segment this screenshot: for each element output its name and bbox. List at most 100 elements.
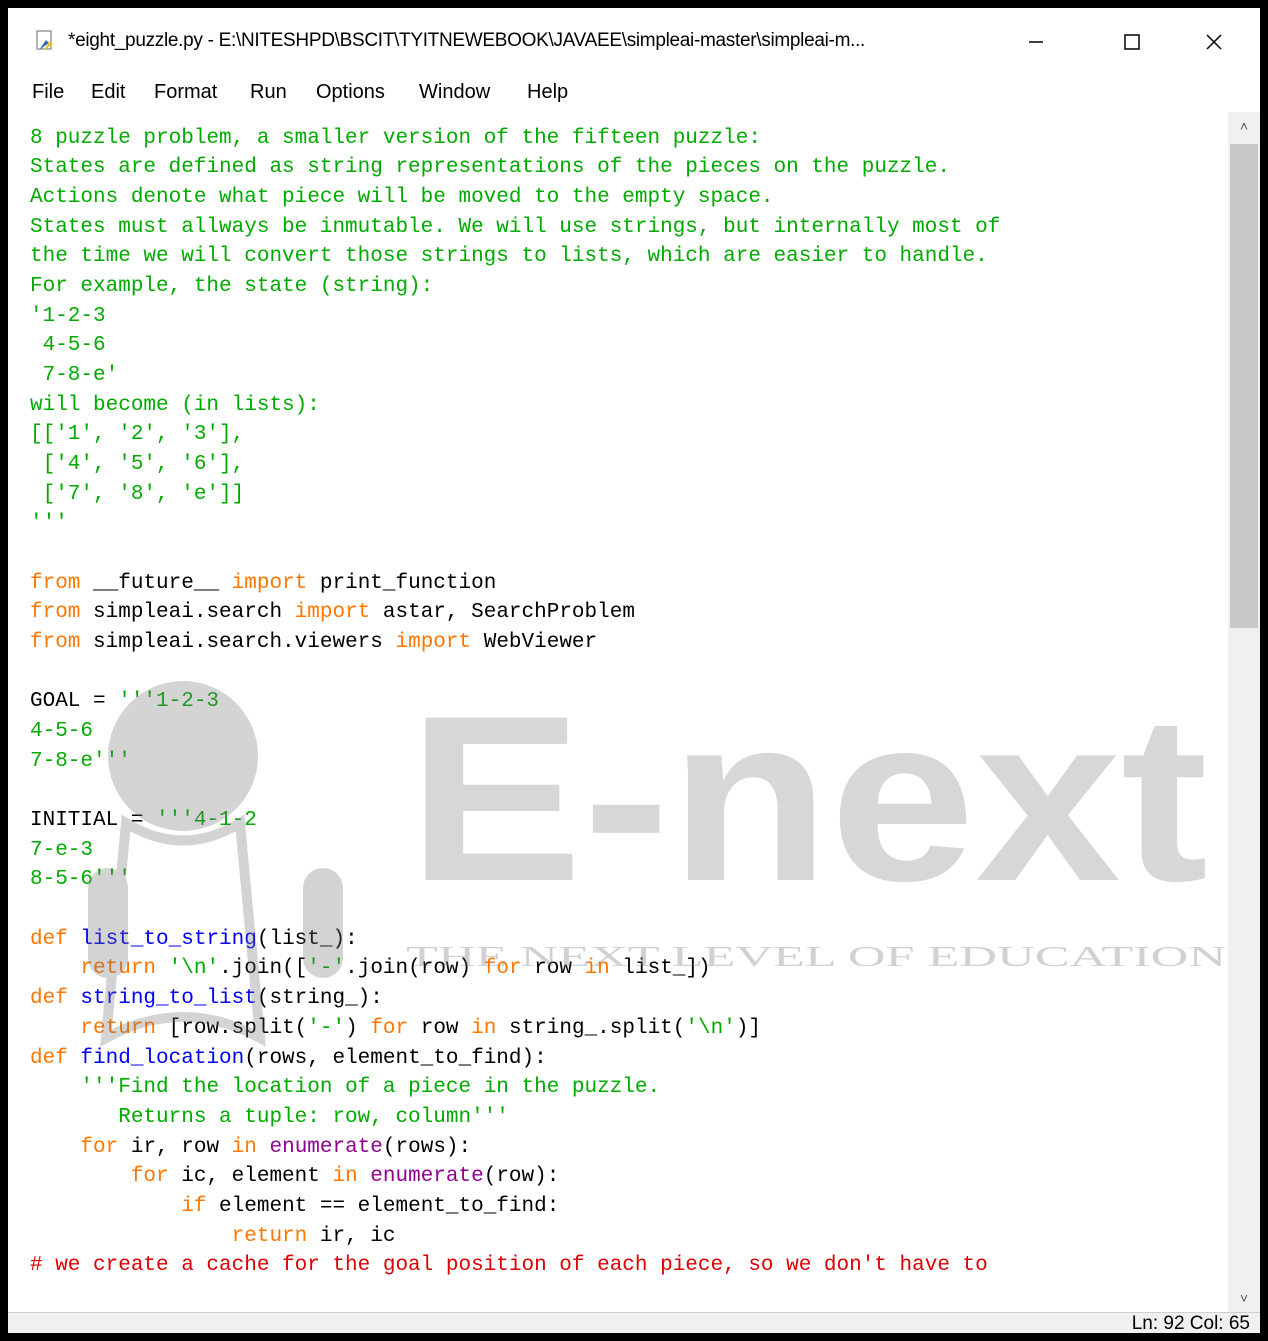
- code-token: def: [30, 927, 68, 951]
- code-line: States are defined as string representat…: [30, 153, 1000, 183]
- scroll-down-arrow-icon[interactable]: ˅: [1228, 1284, 1260, 1312]
- code-token: WebViewer: [471, 631, 598, 655]
- code-line: 8-5-6''': [30, 865, 1000, 895]
- code-line: if element == element_to_find:: [30, 1192, 1000, 1222]
- code-line: GOAL = '''1-2-3: [30, 687, 1000, 717]
- code-line: the time we will convert those strings t…: [30, 242, 1000, 272]
- code-token: import: [231, 571, 308, 595]
- code-line: ''': [30, 509, 1000, 539]
- menu-help[interactable]: Help: [527, 81, 568, 104]
- code-token: For example, the state (string):: [30, 275, 434, 299]
- code-token: INITIAL =: [30, 809, 157, 833]
- code-line: INITIAL = '''4-1-2: [30, 806, 1000, 836]
- code-line: For example, the state (string):: [30, 272, 1000, 302]
- menu-bar: File Edit Format Run Options Window Help: [8, 72, 1260, 112]
- code-token: '''Find the location of a piece in the p…: [80, 1076, 661, 1100]
- code-token: for: [130, 1165, 169, 1189]
- code-token: '-': [307, 1016, 346, 1040]
- code-line: def string_to_list(string_):: [30, 984, 1000, 1014]
- code-token: ''': [30, 112, 68, 120]
- code-token: for: [80, 1135, 119, 1159]
- code-editor[interactable]: ''' 8 puzzle problem, a smaller version o…: [8, 112, 1228, 1312]
- close-icon: [1206, 34, 1222, 50]
- code-token: # we create a cache for the goal positio…: [30, 1254, 988, 1278]
- code-token: if: [181, 1194, 207, 1218]
- code-token: in: [231, 1135, 257, 1159]
- code-token: def: [30, 1046, 68, 1070]
- minimize-icon: [1029, 41, 1043, 43]
- code-token: ir, ic: [307, 1224, 396, 1248]
- code-token: ''': [30, 512, 68, 536]
- menu-run[interactable]: Run: [250, 81, 287, 104]
- code-token: astar, SearchProblem: [370, 601, 635, 625]
- code-line: Actions denote what piece will be moved …: [30, 183, 1000, 213]
- code-line: 7-8-e': [30, 361, 1000, 391]
- code-token: __future__: [80, 571, 232, 595]
- code-token: element == element_to_find:: [206, 1194, 560, 1218]
- code-token: 7-8-e''': [30, 749, 131, 773]
- code-token: 4-5-6: [30, 334, 106, 358]
- menu-edit[interactable]: Edit: [91, 81, 125, 104]
- code-token: .join([: [219, 957, 308, 981]
- menu-window[interactable]: Window: [419, 81, 490, 104]
- code-line: 8 puzzle problem, a smaller version of t…: [30, 124, 1000, 154]
- code-token: (rows, element_to_find):: [244, 1046, 547, 1070]
- code-line: ['4', '5', '6'],: [30, 450, 1000, 480]
- code-token: the time we will convert those strings t…: [30, 245, 988, 269]
- code-token: string_.split(: [496, 1016, 686, 1040]
- scroll-thumb[interactable]: [1230, 144, 1258, 628]
- code-token: list_]): [609, 957, 711, 981]
- code-line: 4-5-6: [30, 717, 1000, 747]
- code-token: '1-2-3: [30, 304, 106, 328]
- code-token: (list_):: [256, 927, 358, 951]
- scroll-up-arrow-icon[interactable]: ˄: [1228, 112, 1260, 140]
- menu-format[interactable]: Format: [154, 81, 217, 104]
- code-token: [['1', '2', '3'],: [30, 423, 245, 447]
- code-token: return: [80, 957, 157, 981]
- code-token: ic, element: [168, 1165, 333, 1189]
- code-line: Returns a tuple: row, column''': [30, 1103, 1000, 1133]
- code-token: print_function: [307, 571, 497, 595]
- code-line: from __future__ import print_function: [30, 569, 1000, 599]
- code-token: Returns a tuple: row, column''': [30, 1105, 509, 1129]
- code-token: )]: [735, 1016, 762, 1040]
- code-token: in: [584, 957, 610, 981]
- title-bar[interactable]: *eight_puzzle.py - E:\NITESHPD\BSCIT\TYI…: [8, 8, 1260, 72]
- code-token: def: [30, 987, 68, 1011]
- code-token: for: [483, 957, 522, 981]
- code-token: '-': [307, 957, 346, 981]
- code-token: 8-5-6''': [30, 868, 131, 892]
- code-token: from: [30, 571, 81, 595]
- code-token: Actions denote what piece will be moved …: [30, 186, 774, 210]
- menu-options[interactable]: Options: [316, 81, 385, 104]
- code-token: for: [370, 1016, 409, 1040]
- close-button[interactable]: [1186, 22, 1242, 62]
- code-token: [row.split(: [156, 1016, 308, 1040]
- menu-file[interactable]: File: [32, 81, 64, 104]
- status-bar: Ln: 92 Col: 65: [8, 1312, 1260, 1333]
- maximize-button[interactable]: [1104, 22, 1160, 62]
- vertical-scrollbar[interactable]: ˄ ˅: [1228, 112, 1260, 1312]
- code-line: '''Find the location of a piece in the p…: [30, 1073, 1000, 1103]
- code-line: ['7', '8', 'e']]: [30, 480, 1000, 510]
- code-token: row: [408, 1016, 472, 1040]
- code-line: def find_location(rows, element_to_find)…: [30, 1044, 1000, 1074]
- code-line: # we create a cache for the goal positio…: [30, 1251, 1000, 1281]
- minimize-button[interactable]: [1008, 22, 1064, 62]
- idle-editor-window: *eight_puzzle.py - E:\NITESHPD\BSCIT\TYI…: [8, 8, 1260, 1333]
- code-token: States must allways be inmutable. We wil…: [30, 215, 1001, 239]
- code-line: '1-2-3: [30, 302, 1000, 332]
